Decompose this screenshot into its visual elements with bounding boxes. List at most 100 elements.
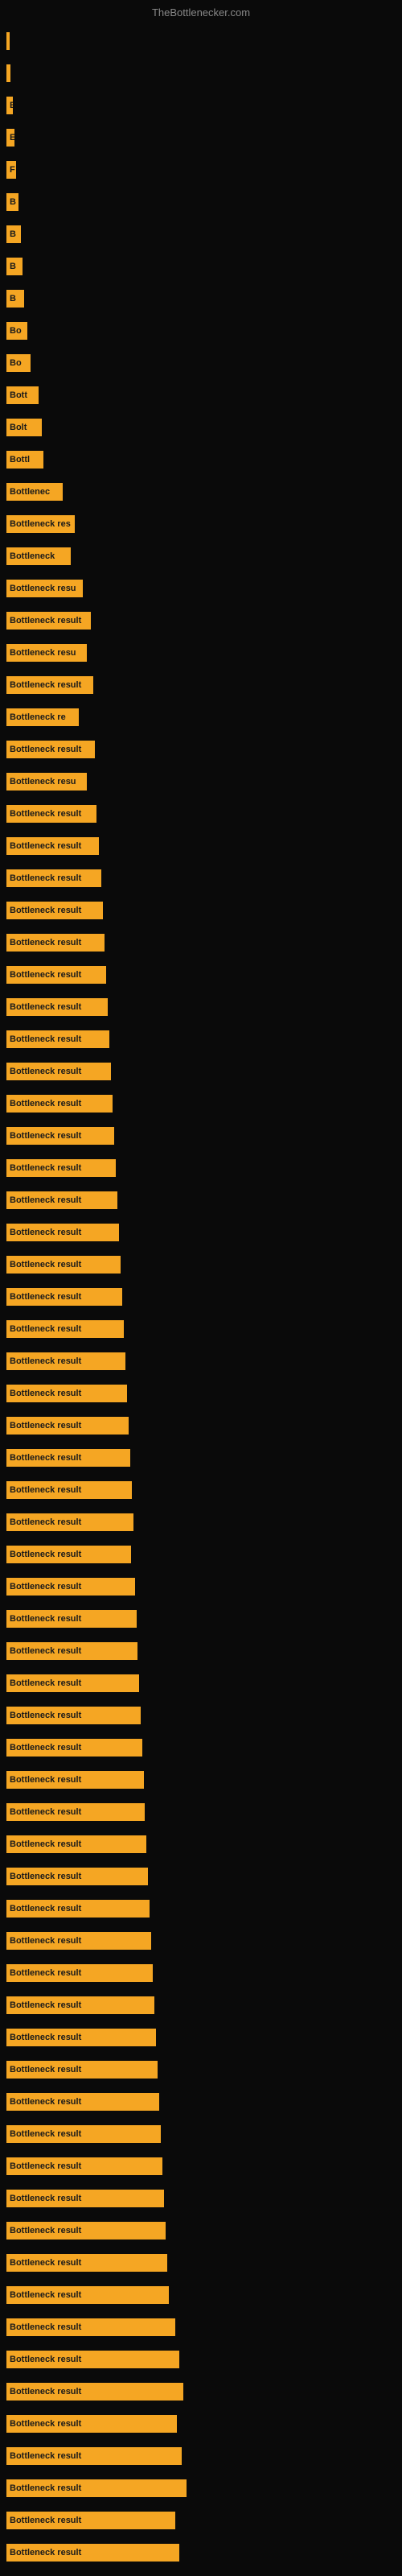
bar-label: Bottleneck result <box>10 1131 81 1141</box>
bar-item: Bottleneck result <box>6 1900 150 1918</box>
bar-label: Bottleneck result <box>10 1389 81 1398</box>
bar-item: B <box>6 193 18 211</box>
bar-label: Bottleneck result <box>10 1839 81 1849</box>
bar-label: Bottleneck result <box>10 2033 81 2042</box>
bar-item: Bottleneck result <box>6 902 103 919</box>
bar-label: Bottleneck result <box>10 1002 81 1012</box>
bar-item: Bottleneck re <box>6 708 79 726</box>
bar-label: Bottleneck result <box>10 2226 81 2235</box>
bar-item: Bottleneck result <box>6 2222 166 2240</box>
bar-item: Bottleneck result <box>6 1095 113 1113</box>
bar-label: Bott <box>10 390 27 400</box>
bar-item: Bottleneck result <box>6 2029 156 2046</box>
bar-item: Bottleneck resu <box>6 644 87 662</box>
bar-label: Bottl <box>10 455 30 464</box>
bar-item: Bottleneck result <box>6 1578 135 1596</box>
bar-label: Bottleneck result <box>10 1421 81 1430</box>
bar-label: Bottleneck result <box>10 2483 81 2493</box>
bar-item: Bottleneck result <box>6 1481 132 1499</box>
bar-label: Bottleneck result <box>10 2194 81 2203</box>
bar-item: Bottleneck result <box>6 1707 141 1724</box>
bar-label: Bottlenec <box>10 487 50 497</box>
bar-item <box>6 32 10 50</box>
bar-item: Bottleneck result <box>6 1320 124 1338</box>
bar-item: B <box>6 225 21 243</box>
bar-label: Bottleneck result <box>10 2419 81 2429</box>
bar-label: Bottleneck result <box>10 1453 81 1463</box>
bar-item: Bottleneck result <box>6 1964 153 1982</box>
bar-label: Bottleneck result <box>10 1228 81 1237</box>
bar-label: Bottleneck resu <box>10 648 76 658</box>
bar-label: Bottleneck result <box>10 1517 81 1527</box>
bar-item: Bottleneck result <box>6 1739 142 1757</box>
bar-item: Bottleneck result <box>6 1417 129 1435</box>
bar-item: Bolt <box>6 419 42 436</box>
bar-label: Bottleneck result <box>10 2129 81 2139</box>
bar-item: Bottleneck result <box>6 2512 175 2529</box>
bar-item: Bottleneck result <box>6 869 101 887</box>
bar-label: Bottleneck result <box>10 841 81 851</box>
bar-item: Bottleneck result <box>6 2125 161 2143</box>
bar-item: Bottleneck result <box>6 1513 133 1531</box>
bar-item: Bottleneck result <box>6 1674 139 1692</box>
bar-label: B <box>10 294 16 303</box>
bar-item: Bottleneck resu <box>6 580 83 597</box>
bar-label: Bottleneck result <box>10 1260 81 1269</box>
bar-label: Bottleneck result <box>10 745 81 754</box>
bar-item: Bottleneck result <box>6 2093 159 2111</box>
bar-item: Bottleneck result <box>6 1224 119 1241</box>
bar-item: Bottleneck result <box>6 676 93 694</box>
bar-label: Bottleneck result <box>10 1904 81 1913</box>
bar-label: Bottleneck result <box>10 2322 81 2332</box>
bar-item: Bottleneck result <box>6 1835 146 1853</box>
bar-label: Bottleneck result <box>10 1324 81 1334</box>
bar-label: Bottleneck result <box>10 873 81 883</box>
bar-label: Bottleneck result <box>10 970 81 980</box>
bar-item: Bottlenec <box>6 483 63 501</box>
bar-item: Bottleneck result <box>6 1030 109 1048</box>
bar-label: Bottleneck result <box>10 938 81 947</box>
bar-item: Bo <box>6 322 27 340</box>
bar-item: Bottleneck result <box>6 1385 127 1402</box>
bar-item: Bottleneck result <box>6 1610 137 1628</box>
bar-item: Bo <box>6 354 31 372</box>
bar-label: Bottleneck result <box>10 616 81 625</box>
bar-item: Bottleneck result <box>6 1352 125 1370</box>
bar-item <box>6 64 10 82</box>
bar-item: F <box>6 161 16 179</box>
bar-item: Bottleneck result <box>6 1191 117 1209</box>
bar-label: Bottleneck resu <box>10 584 76 593</box>
bar-item: Bottleneck result <box>6 1932 151 1950</box>
bar-label: Bottleneck result <box>10 1968 81 1978</box>
bar-label: Bottleneck result <box>10 2451 81 2461</box>
bar-item: Bottleneck result <box>6 612 91 630</box>
bar-item: Bott <box>6 386 39 404</box>
bar-label: Bottleneck result <box>10 1099 81 1108</box>
bar-item: Bottleneck result <box>6 2318 175 2336</box>
bar-label: Bottleneck result <box>10 2548 81 2557</box>
bar-label: Bottleneck result <box>10 2387 81 2396</box>
bar-label: Bottleneck result <box>10 2258 81 2268</box>
bar-item: Bottleneck result <box>6 2544 179 2562</box>
bar-label: Bottleneck result <box>10 809 81 819</box>
bar-item: Bottleneck result <box>6 2254 167 2272</box>
bar-item: Bottleneck result <box>6 837 99 855</box>
bar-item: Bottleneck res <box>6 515 75 533</box>
bar-item: Bottleneck result <box>6 2415 177 2433</box>
bar-label: Bottleneck result <box>10 1195 81 1205</box>
bar-label: Bottleneck result <box>10 1775 81 1785</box>
bar-item: Bottleneck result <box>6 2351 179 2368</box>
bar-label: E <box>10 133 14 142</box>
bar-item: Bottleneck result <box>6 805 96 823</box>
bar-item: Bottleneck result <box>6 1449 130 1467</box>
bar-label: Bottleneck result <box>10 1034 81 1044</box>
bar-item: Bottleneck result <box>6 2061 158 2079</box>
bar-label: B <box>10 262 16 271</box>
bar-label: B <box>10 197 16 207</box>
bar-label: Bottleneck result <box>10 1067 81 1076</box>
bar-label: Bottleneck result <box>10 1711 81 1720</box>
bar-item: Bottleneck resu <box>6 773 87 791</box>
bar-item: Bottleneck result <box>6 1642 137 1660</box>
bar-label: Bottleneck resu <box>10 777 76 786</box>
bar-label: Bottleneck result <box>10 1646 81 1656</box>
